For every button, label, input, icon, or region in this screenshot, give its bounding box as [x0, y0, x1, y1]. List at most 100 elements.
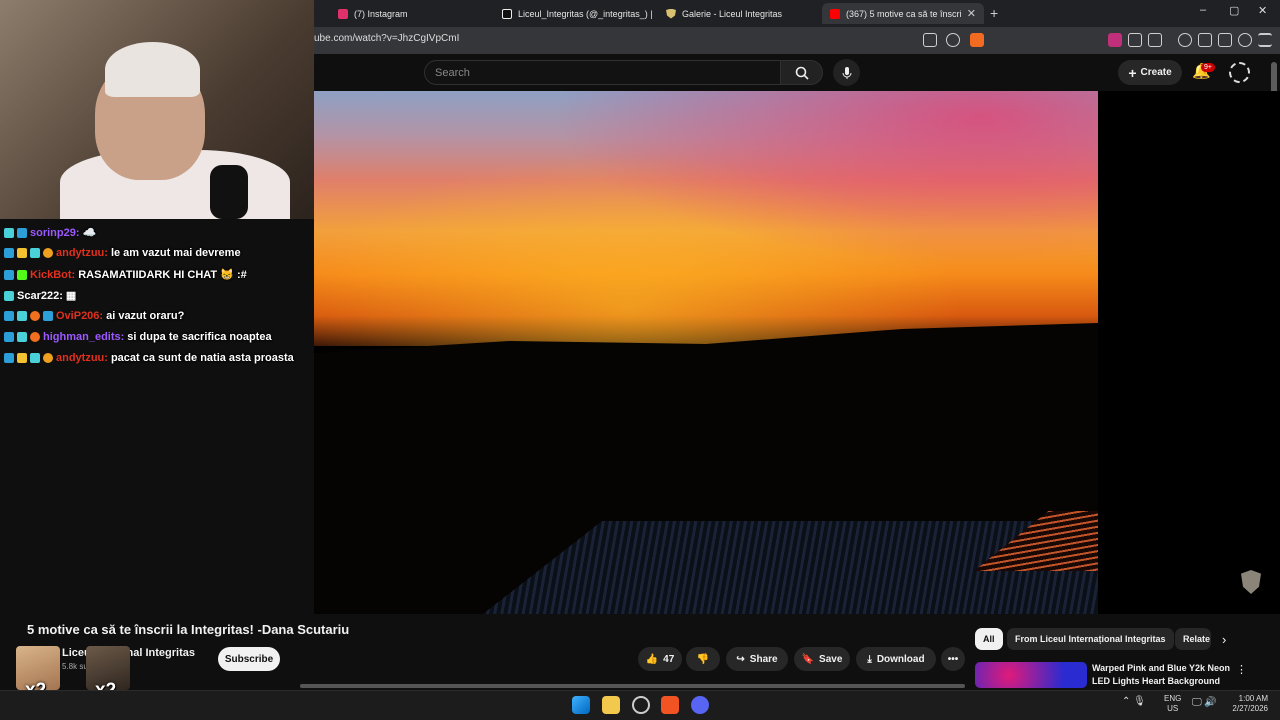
extension-icon[interactable] [1108, 33, 1122, 47]
chip-related[interactable]: Relate [1175, 628, 1211, 650]
discord-icon[interactable] [691, 696, 709, 714]
badge-icon [30, 311, 40, 321]
new-tab-button[interactable]: + [990, 5, 998, 21]
close-tab-icon[interactable]: ✕ [967, 7, 976, 20]
chat-username: andytzuu: [56, 247, 108, 259]
download-label: Download [876, 653, 925, 665]
obs-icon[interactable] [632, 696, 650, 714]
tab-instagram[interactable]: (7) Instagram [330, 3, 490, 24]
chat-message: OviP206: ai vazut oraru? [4, 310, 184, 322]
menu-icon[interactable] [1258, 33, 1272, 47]
download-icon: ⤓ [867, 653, 872, 665]
like-count: 47 [663, 653, 675, 665]
microphone [210, 165, 248, 219]
badge-icon [4, 227, 14, 238]
lang-code: ENG [1164, 694, 1182, 703]
badge-icon [43, 311, 53, 321]
shield-icon [666, 8, 676, 19]
search-button[interactable] [780, 60, 823, 85]
chip-all[interactable]: All [975, 628, 1003, 650]
search-input[interactable]: Search [424, 60, 781, 85]
badge-icon [4, 332, 14, 342]
tray-icons[interactable]: ⌃ 🎙 [1122, 696, 1146, 707]
region-code: US [1167, 704, 1179, 713]
tab-galerie[interactable]: Galerie - Liceul Integritas [658, 3, 818, 24]
share-button[interactable]: ↪ Share [726, 647, 788, 671]
recommendation-thumbnail[interactable] [975, 662, 1087, 688]
sidebar-icon[interactable] [1198, 33, 1212, 47]
badge-icon [4, 248, 14, 258]
chat-message: Scar222: ▦ [4, 289, 76, 302]
tiktok-icon [502, 8, 512, 19]
crown-icon [17, 353, 27, 363]
video-title: 5 motive ca să te înscrii la Integritas!… [27, 622, 350, 637]
chat-message: KickBot: RASAMATIIDARK HI CHAT 😸 :# [4, 268, 247, 281]
create-label: Create [1140, 67, 1172, 78]
create-button[interactable]: + Create [1118, 60, 1182, 85]
clock-date: 2/27/2026 [1232, 704, 1268, 713]
chat-username: andytzuu: [56, 352, 108, 364]
share-page-icon[interactable] [946, 33, 960, 47]
close-window-button[interactable]: ✕ [1258, 4, 1267, 17]
brave-browser-icon[interactable] [661, 696, 679, 714]
chat-text: RASAMATIIDARK HI CHAT 😸 :# [78, 269, 247, 281]
sunset-glow [314, 91, 1098, 346]
tab-label: Liceul_Integritas (@_integritas_) | TikT [518, 8, 654, 19]
chat-text: ai vazut oraru? [106, 310, 185, 322]
youtube-icon [830, 8, 840, 19]
subscriber-count: 5.8k su [62, 662, 88, 671]
instagram-icon [338, 8, 348, 19]
badge-icon [43, 353, 53, 363]
plus-icon: + [1128, 64, 1137, 81]
network-volume-icons[interactable]: 🖵 🔊 [1192, 697, 1217, 708]
chat-username: highman_edits: [43, 331, 125, 343]
like-button[interactable]: 👍 47 [638, 647, 682, 671]
chat-message: andytzuu: le am vazut mai devreme [4, 247, 241, 259]
download-button[interactable]: ⤓ Download [856, 647, 936, 671]
chip-from-channel[interactable]: From Liceul Internațional Integritas [1007, 628, 1174, 650]
windows-start-icon[interactable] [572, 696, 590, 714]
more-vert-icon[interactable]: ⋮ [1236, 663, 1247, 676]
dislike-button[interactable]: 👎 [686, 647, 720, 671]
minimize-button[interactable]: – [1200, 4, 1206, 16]
avatar[interactable] [1229, 62, 1250, 83]
file-explorer-icon[interactable] [602, 696, 620, 714]
badge-icon [17, 311, 27, 321]
leo-ai-icon[interactable] [1238, 33, 1252, 47]
music-icon[interactable] [1178, 33, 1192, 47]
puzzle-icon[interactable] [1128, 33, 1142, 47]
maximize-button[interactable]: ▢ [1229, 4, 1239, 17]
screenshot-icon[interactable] [1148, 33, 1162, 47]
video-player[interactable] [314, 91, 1098, 614]
video-side-area [1098, 91, 1280, 614]
save-button[interactable]: 🔖 Save [794, 647, 850, 671]
share-label: Share [749, 653, 778, 665]
voice-search-button[interactable] [833, 59, 860, 86]
save-label: Save [819, 653, 843, 665]
share-icon: ↪ [736, 653, 745, 665]
badge-icon [43, 248, 53, 258]
tab-tiktok[interactable]: Liceul_Integritas (@_integritas_) | TikT [494, 3, 654, 24]
chevron-right-icon[interactable]: › [1222, 632, 1226, 647]
chat-message: sorinp29: ☁️ [4, 226, 96, 239]
cast-icon[interactable] [923, 33, 937, 47]
wallet-icon[interactable] [1218, 33, 1232, 47]
chat-text: ▦ [65, 290, 77, 302]
brave-shields-icon[interactable] [970, 33, 984, 47]
tab-label: (7) Instagram [354, 8, 408, 19]
subscribe-button[interactable]: Subscribe [218, 647, 280, 671]
badge-icon [17, 269, 27, 280]
chat-text: pacat ca sunt de natia asta proasta [110, 352, 294, 364]
badge-icon [4, 311, 14, 321]
crown-icon [17, 248, 27, 258]
clock-time: 1:00 AM [1238, 694, 1268, 703]
badge-icon [17, 332, 27, 342]
language-indicator[interactable]: ENG US [1164, 694, 1181, 714]
tab-youtube-active[interactable]: (367) 5 motive ca să te înscrii la I ✕ [822, 3, 984, 24]
badge-icon [17, 227, 27, 238]
clock[interactable]: 1:00 AM 2/27/2026 [1228, 694, 1268, 714]
url-field[interactable]: ube.com/watch?v=JhzCgIVpCmI [314, 33, 459, 44]
horizontal-scrollbar[interactable] [300, 684, 965, 688]
more-actions-button[interactable]: ••• [941, 647, 965, 671]
search-icon [795, 66, 809, 80]
